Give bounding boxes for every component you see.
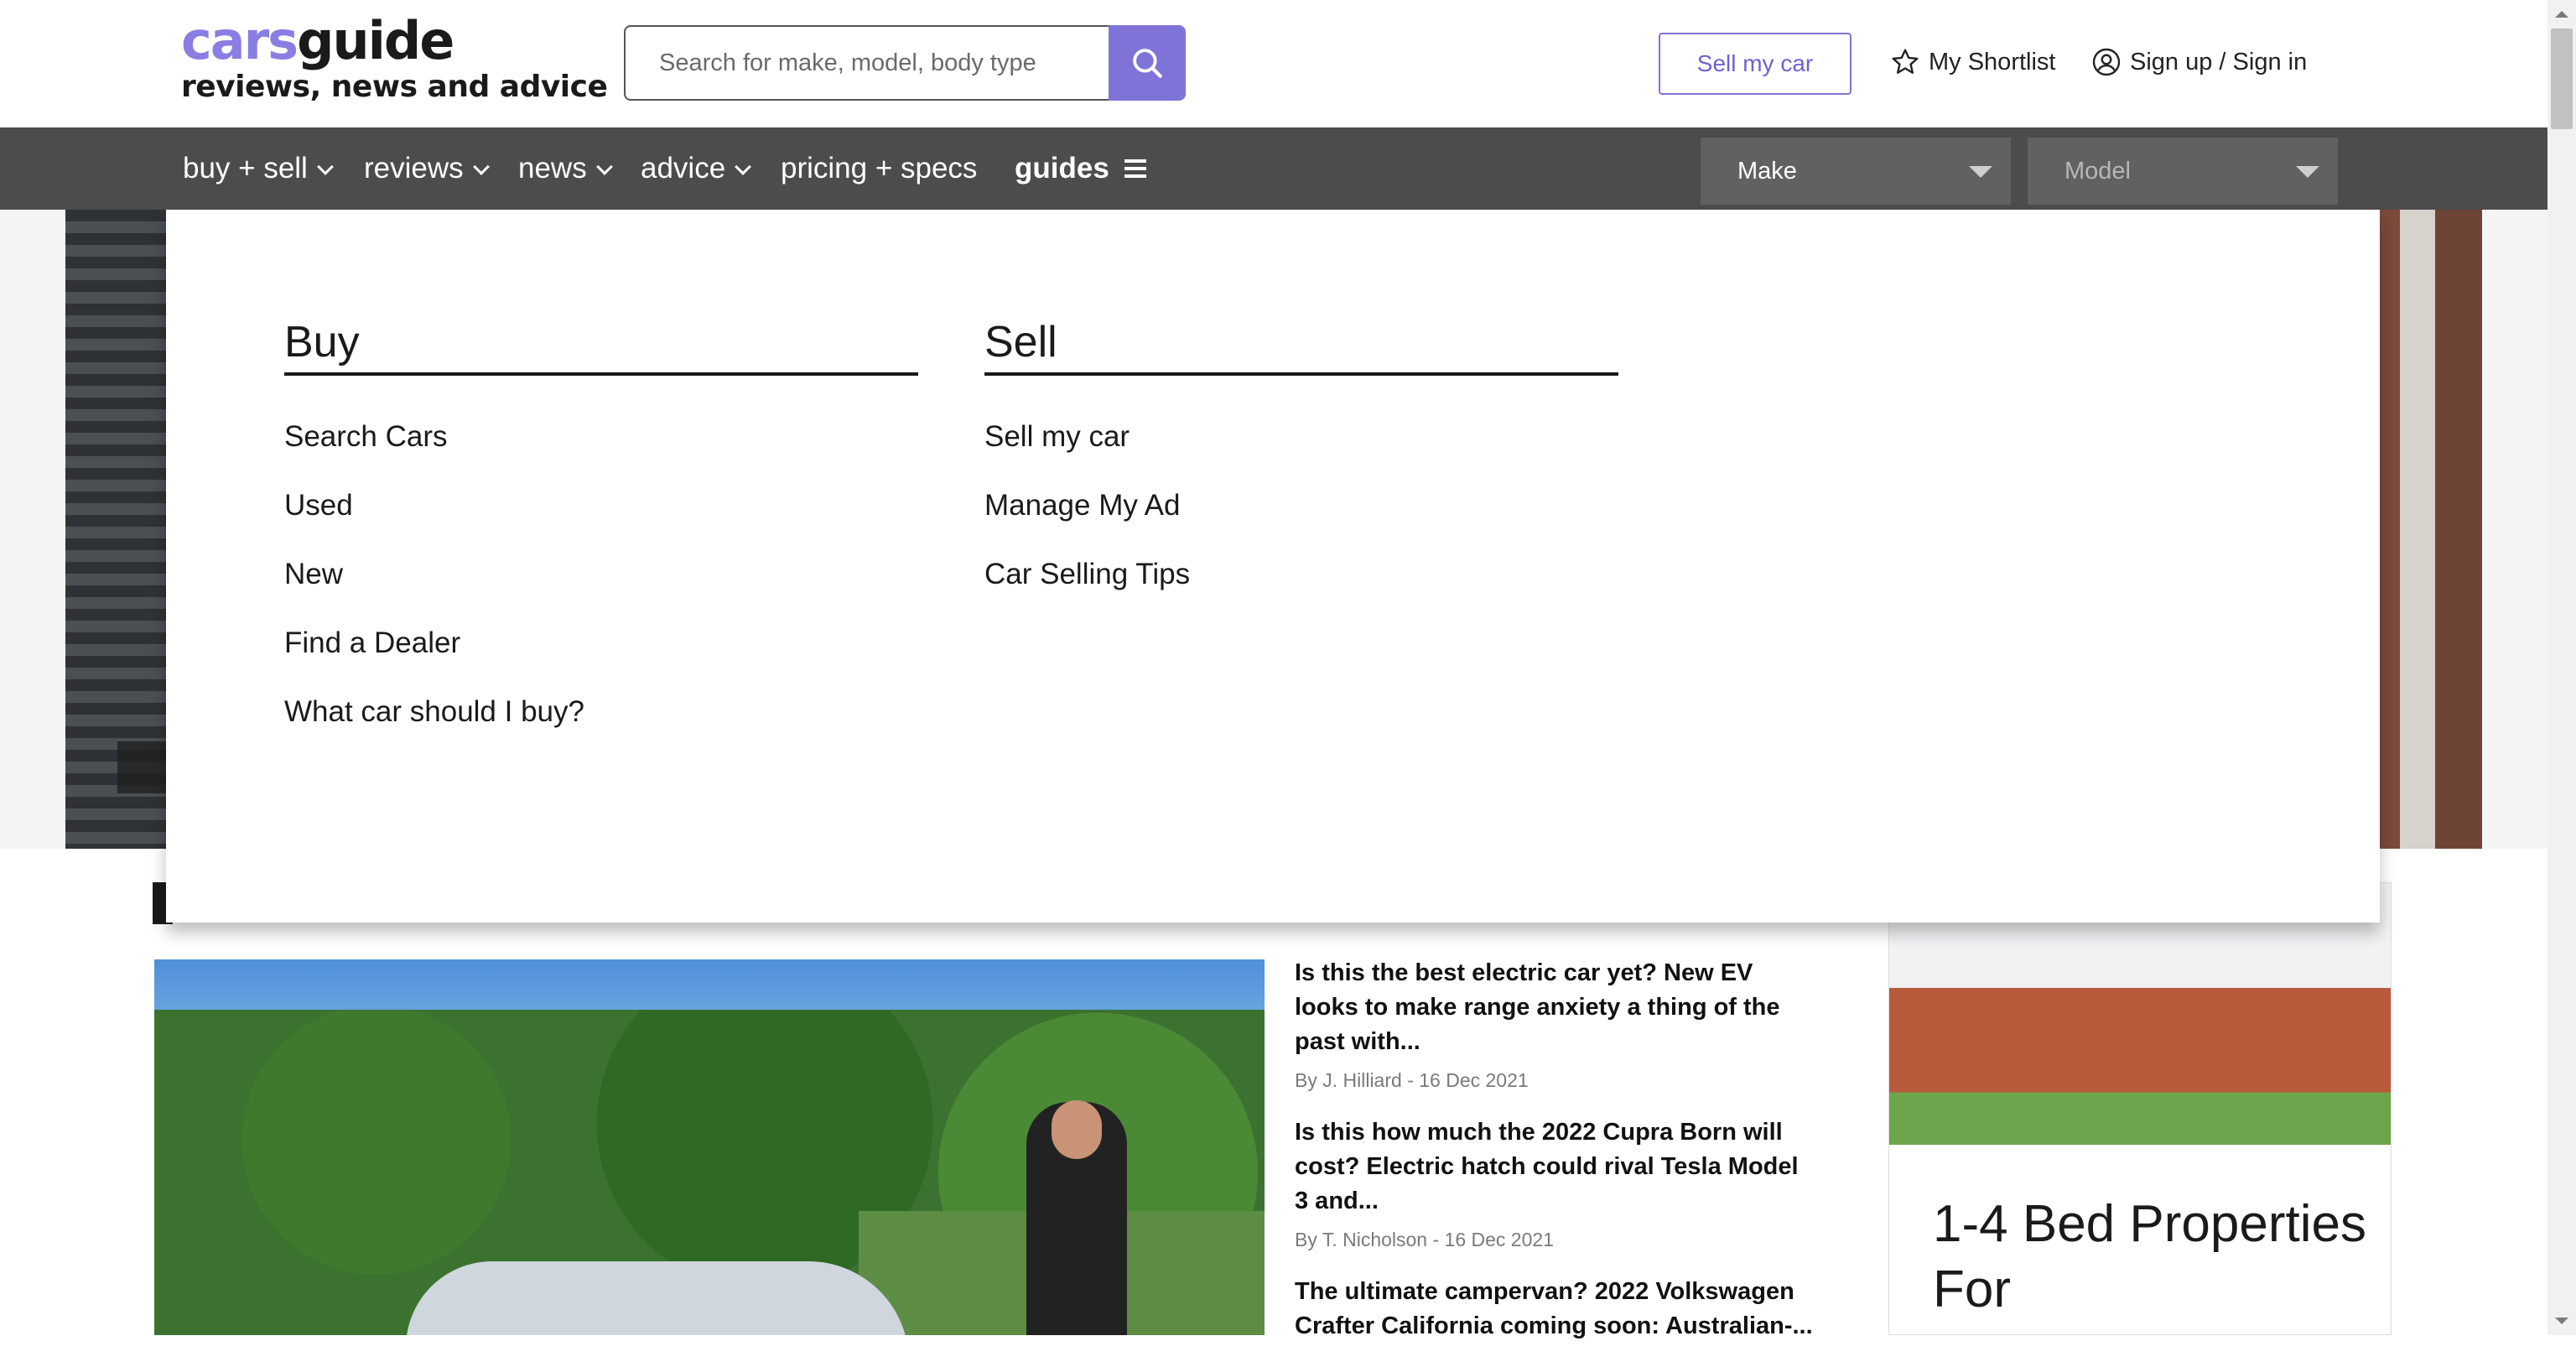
menu-link-search-cars[interactable]: Search Cars <box>284 403 918 471</box>
model-select-label: Model <box>2064 157 2131 185</box>
sell-my-car-button[interactable]: Sell my car <box>1659 33 1852 95</box>
nav-reviews[interactable]: reviews <box>364 127 490 210</box>
nav-guides[interactable]: guides <box>1015 127 1146 210</box>
nav-guides-label: guides <box>1015 152 1109 185</box>
buy-column: Buy Search Cars Used New Find a Dealer W… <box>284 317 918 746</box>
sell-links: Sell my car Manage My Ad Car Selling Tip… <box>984 403 1618 609</box>
scroll-up-arrow-icon[interactable] <box>2547 0 2576 29</box>
list-item[interactable]: Is this how much the 2022 Cupra Born wil… <box>1295 1115 1815 1251</box>
nav-reviews-label: reviews <box>364 152 464 185</box>
search-button[interactable] <box>1109 25 1186 101</box>
logo-tagline: reviews, news and advice <box>181 70 608 104</box>
search-bar <box>624 25 1186 101</box>
news-article-list: Is this the best electric car yet? New E… <box>1295 956 1815 1367</box>
page-gutter-right <box>2482 210 2547 849</box>
menu-link-selling-tips[interactable]: Car Selling Tips <box>984 540 1618 609</box>
search-icon <box>1133 49 1162 78</box>
list-item[interactable]: The ultimate campervan? 2022 Volkswagen … <box>1295 1275 1815 1344</box>
sell-heading: Sell <box>984 317 1618 376</box>
user-circle-icon <box>2092 48 2121 76</box>
logo-guide: guide <box>297 10 454 71</box>
caret-down-icon <box>2296 166 2319 178</box>
model-select[interactable]: Model <box>2028 138 2338 205</box>
list-item[interactable]: Is this the best electric car yet? New E… <box>1295 956 1815 1092</box>
menu-link-find-dealer[interactable]: Find a Dealer <box>284 609 918 678</box>
buy-heading: Buy <box>284 317 918 376</box>
nav-news[interactable]: news <box>518 127 613 210</box>
chevron-down-icon <box>316 159 334 175</box>
scroll-down-arrow-icon[interactable] <box>2547 1307 2576 1335</box>
page-scrollbar[interactable] <box>2547 0 2576 1335</box>
logo-wordmark: carsguide <box>181 13 607 69</box>
hamburger-menu-icon <box>1124 159 1146 178</box>
carsguide-logo[interactable]: carsguide reviews, news and advice <box>181 13 608 104</box>
nav-pricing-specs[interactable]: pricing + specs <box>781 127 977 210</box>
make-select-label: Make <box>1737 157 1797 185</box>
image-person-head <box>1052 1100 1102 1159</box>
main-nav: buy + sell reviews news advice pricing +… <box>0 127 2547 210</box>
logo-cars: cars <box>181 10 299 71</box>
menu-link-used[interactable]: Used <box>284 471 918 540</box>
featured-article-image[interactable] <box>154 959 1265 1335</box>
hero-image-right-edge <box>2365 210 2482 849</box>
property-advertisement[interactable]: 1-4 Bed Properties For <box>1888 882 2392 1335</box>
my-shortlist-link[interactable]: My Shortlist <box>1890 39 2055 86</box>
article-meta: By J. Hilliard - 16 Dec 2021 <box>1295 1069 1529 1091</box>
sell-column: Sell Sell my car Manage My Ad Car Sellin… <box>984 317 1618 609</box>
search-input[interactable] <box>624 25 1110 101</box>
ad-headline: 1-4 Bed Properties For <box>1933 1195 2366 1318</box>
menu-link-manage-ad[interactable]: Manage My Ad <box>984 471 1618 540</box>
buy-sell-mega-menu: Buy Search Cars Used New Find a Dealer W… <box>166 210 2380 923</box>
nav-buy-sell-label: buy + sell <box>183 152 308 185</box>
page-gutter-left <box>0 210 65 849</box>
image-car <box>406 1261 909 1335</box>
nav-advice-label: advice <box>641 152 726 185</box>
menu-link-sell-my-car[interactable]: Sell my car <box>984 403 1618 471</box>
chevron-down-icon <box>595 159 613 175</box>
menu-link-what-car[interactable]: What car should I buy? <box>284 678 918 746</box>
chevron-down-icon <box>472 159 490 175</box>
chevron-down-icon <box>735 159 752 175</box>
nav-news-label: news <box>518 152 587 185</box>
article-title[interactable]: Is this how much the 2022 Cupra Born wil… <box>1295 1115 1815 1219</box>
article-title[interactable]: The ultimate campervan? 2022 Volkswagen … <box>1295 1275 1815 1344</box>
buy-links: Search Cars Used New Find a Dealer What … <box>284 403 918 746</box>
nav-buy-sell[interactable]: buy + sell <box>183 127 334 210</box>
site-header: carsguide reviews, news and advice Sell … <box>0 0 2547 127</box>
sign-in-label: Sign up / Sign in <box>2130 48 2308 75</box>
make-select[interactable]: Make <box>1701 138 2011 205</box>
scrollbar-thumb[interactable] <box>2551 29 2573 129</box>
nav-pricing-label: pricing + specs <box>781 152 978 185</box>
sign-in-link[interactable]: Sign up / Sign in <box>2091 39 2307 86</box>
article-meta: By T. Nicholson - 16 Dec 2021 <box>1295 1229 1554 1250</box>
star-icon <box>1892 49 1919 74</box>
caret-down-icon <box>1969 166 1992 178</box>
menu-link-new[interactable]: New <box>284 540 918 609</box>
nav-advice[interactable]: advice <box>641 127 752 210</box>
article-title[interactable]: Is this the best electric car yet? New E… <box>1295 956 1815 1059</box>
shortlist-label: My Shortlist <box>1929 48 2056 75</box>
